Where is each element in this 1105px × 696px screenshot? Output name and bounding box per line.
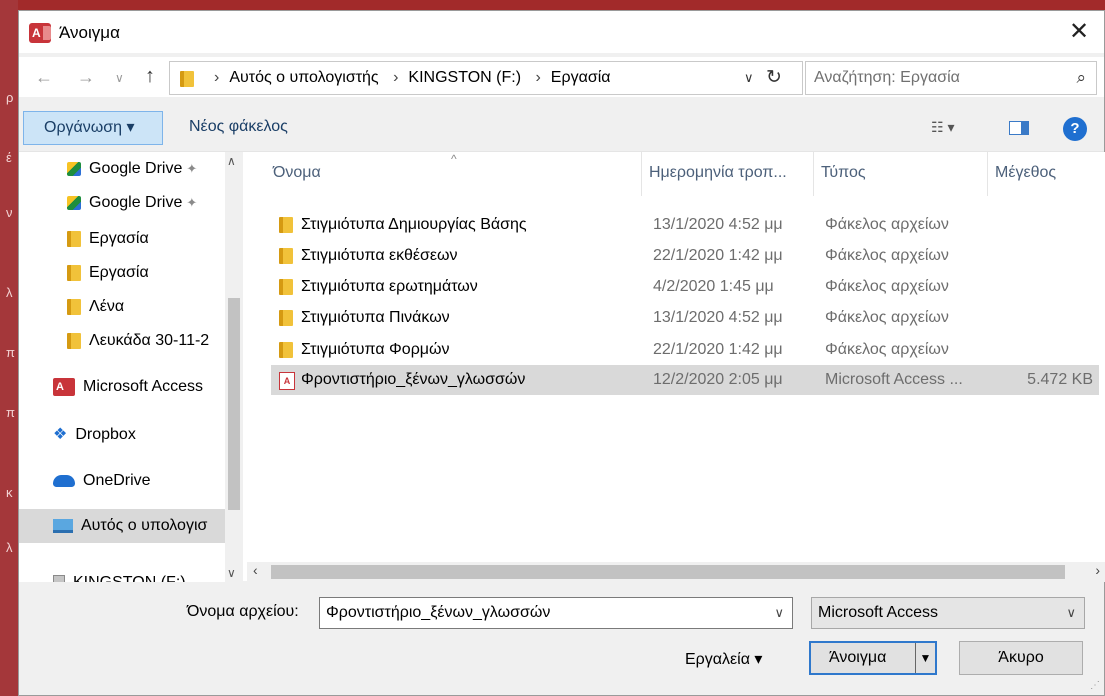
open-button[interactable]: Άνοιγμα ▼ [809, 641, 937, 675]
sort-ascending-icon: ^ [451, 152, 457, 166]
change-view-icon[interactable]: ☷ ▾ [931, 119, 954, 136]
scrollbar-thumb[interactable] [271, 565, 1065, 579]
recent-locations-chevron-icon[interactable]: ∨ [115, 71, 124, 85]
access-icon: A [53, 377, 75, 396]
folder-icon [67, 230, 81, 247]
sidebar-item-microsoft-access[interactable]: A Microsoft Access [19, 370, 225, 404]
address-dropdown-chevron-icon[interactable]: ∨ [744, 70, 754, 86]
back-arrow-icon[interactable]: ← [35, 67, 53, 88]
file-list: ^ Όνομα Ημερομηνία τροπ... Τύπος Μέγεθος… [265, 152, 1105, 582]
up-arrow-icon[interactable]: ↑ [145, 65, 155, 88]
breadcrumb: › Αυτός ο υπολογιστής › KINGSTON (F:) › Εργ… [214, 69, 611, 86]
help-icon[interactable]: ? [1063, 117, 1087, 141]
open-options-dropdown-icon[interactable]: ▼ [915, 643, 935, 673]
sidebar-item-ergasia[interactable]: Εργασία [19, 222, 225, 256]
organize-button[interactable]: Οργάνωση ▾ [23, 111, 163, 145]
file-row[interactable]: Στιγμιότυπα εκθέσεων 22/1/2020 1:42 μμ Φ… [271, 241, 1099, 271]
sidebar-item-onedrive[interactable]: OneDrive [19, 464, 225, 498]
folder-icon [279, 279, 293, 295]
cancel-button[interactable]: Άκυρο [959, 641, 1083, 675]
folder-icon [279, 342, 293, 358]
close-button[interactable]: ✕ [1064, 17, 1094, 47]
background-window-strip: ρ έ ν λ π π κ λ [0, 0, 18, 696]
file-row[interactable]: Στιγμιότυπα ερωτημάτων 4/2/2020 1:45 μμ … [271, 272, 1099, 302]
column-header-type[interactable]: Τύπος [821, 164, 866, 182]
new-folder-button[interactable]: Νέος φάκελος [189, 118, 288, 136]
access-file-icon: A [279, 372, 295, 390]
title-bar: A Άνοιγμα ✕ [19, 11, 1104, 53]
tools-button[interactable]: Εργαλεία ▾ [685, 649, 762, 669]
folder-icon [67, 332, 81, 349]
sidebar-item-ergasia[interactable]: Εργασία [19, 256, 225, 290]
file-type-filter[interactable]: Microsoft Access ∨ [811, 597, 1085, 629]
sidebar-item-google-drive[interactable]: Google Drive ✦ [19, 152, 225, 186]
drive-icon [53, 574, 65, 582]
search-input[interactable]: Αναζήτηση: Εργασία ⌕ [805, 61, 1097, 95]
folder-icon [180, 71, 194, 87]
breadcrumb-item[interactable]: Εργασία [551, 69, 611, 86]
search-placeholder: Αναζήτηση: Εργασία [814, 69, 960, 86]
address-row: ← → ∨ ↑ › Αυτός ο υπολογιστής › KINGSTON (… [19, 57, 1104, 97]
scroll-left-icon[interactable]: ‹ [253, 562, 258, 578]
google-drive-icon [67, 161, 81, 176]
sidebar-item-kingston[interactable]: KINGSTON (F:) [19, 566, 225, 582]
sidebar-item-this-pc[interactable]: Αυτός ο υπολογισ [19, 509, 225, 543]
address-bar[interactable]: › Αυτός ο υπολογιστής › KINGSTON (F:) › Εργ… [169, 61, 803, 95]
folder-icon [279, 310, 293, 326]
refresh-icon[interactable]: ↻ [766, 66, 782, 89]
resize-grip-icon[interactable]: ⋰ [1090, 680, 1100, 691]
folder-icon [279, 217, 293, 233]
column-header-date[interactable]: Ημερομηνία τροπ... [649, 164, 787, 182]
pin-icon: ✦ [186, 161, 198, 176]
sidebar-item-google-drive[interactable]: Google Drive ✦ [19, 186, 225, 220]
sidebar-item-dropbox[interactable]: ❖ Dropbox [19, 418, 225, 452]
forward-arrow-icon[interactable]: → [77, 67, 95, 88]
column-header-name[interactable]: Όνομα [273, 164, 321, 182]
scroll-right-icon[interactable]: › [1095, 562, 1100, 578]
file-row[interactable]: A Φροντιστήριο_ξένων_γλωσσών 12/2/2020 2… [271, 365, 1099, 395]
horizontal-scrollbar[interactable]: ‹ › [247, 562, 1105, 582]
breadcrumb-item[interactable]: KINGSTON (F:) [408, 69, 521, 86]
folder-icon [279, 248, 293, 264]
chevron-down-icon[interactable]: ∨ [774, 598, 784, 628]
this-pc-icon [53, 518, 73, 533]
google-drive-icon [67, 195, 81, 210]
open-file-dialog: A Άνοιγμα ✕ ← → ∨ ↑ › Αυτός ο υπολογιστής… [18, 10, 1105, 696]
column-header-size[interactable]: Μέγεθος [995, 164, 1056, 182]
folder-icon [67, 264, 81, 281]
breadcrumb-item[interactable]: Αυτός ο υπολογιστής [229, 69, 378, 86]
pin-icon: ✦ [186, 195, 198, 210]
dialog-title: Άνοιγμα [59, 23, 120, 42]
sidebar-scrollbar[interactable]: ∧ ∨ [225, 152, 243, 582]
file-row[interactable]: Στιγμιότυπα Φορμών 22/1/2020 1:42 μμ Φάκ… [271, 335, 1099, 365]
scroll-down-icon[interactable]: ∨ [227, 566, 236, 580]
chevron-down-icon[interactable]: ∨ [1066, 598, 1076, 628]
dropbox-icon: ❖ [53, 426, 68, 443]
access-app-icon: A [29, 23, 51, 43]
file-row[interactable]: Στιγμιότυπα Δημιουργίας Βάσης 13/1/2020 … [271, 210, 1099, 240]
folder-icon [67, 298, 81, 315]
filename-label: Όνομα αρχείου: [187, 603, 299, 620]
onedrive-icon [53, 474, 75, 487]
scrollbar-thumb[interactable] [228, 298, 240, 510]
navigation-pane: Google Drive ✦ Google Drive ✦ Εργασία Εργα… [19, 152, 243, 582]
search-icon: ⌕ [1076, 68, 1086, 87]
sidebar-item-lena[interactable]: Λένα [19, 290, 225, 324]
preview-pane-icon[interactable] [1009, 121, 1029, 135]
sidebar-item-lefkada[interactable]: Λευκάδα 30-11-2 [19, 324, 225, 358]
filename-input[interactable]: Φροντιστήριο_ξένων_γλωσσών ∨ [319, 597, 793, 629]
file-row[interactable]: Στιγμιότυπα Πινάκων 13/1/2020 4:52 μμ Φά… [271, 303, 1099, 333]
scroll-up-icon[interactable]: ∧ [227, 154, 236, 168]
toolbar: Οργάνωση ▾ Νέος φάκελος ☷ ▾ ? [19, 109, 1104, 149]
browser-area: Google Drive ✦ Google Drive ✦ Εργασία Εργα… [19, 151, 1105, 582]
